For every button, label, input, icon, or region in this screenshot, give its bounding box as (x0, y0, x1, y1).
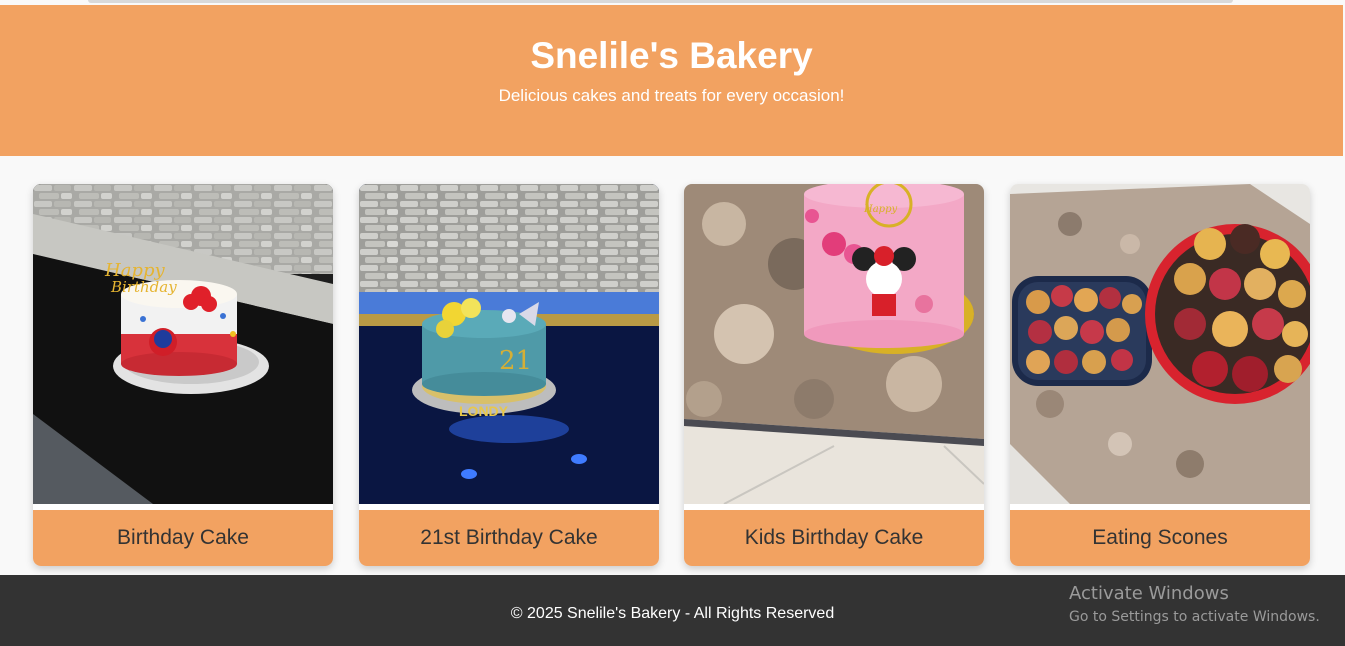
cake-gallery: Happy Birthday Birthday Cake LONDY 21 21… (0, 156, 1345, 575)
gallery-card-caption: 21st Birthday Cake (359, 510, 659, 566)
svg-text:21: 21 (499, 346, 532, 376)
21st-birthday-cake-photo: LONDY 21 (359, 184, 659, 504)
birthday-cake-photo: Happy Birthday (33, 184, 333, 504)
svg-text:Happy: Happy (863, 204, 897, 215)
activate-windows-watermark: Activate Windows Go to Settings to activ… (1069, 583, 1320, 627)
gallery-card-kids-birthday-cake[interactable]: Happy Kids Birthday Cake (684, 184, 984, 566)
horizontal-scrollbar[interactable] (88, 0, 1233, 3)
svg-text:LONDY: LONDY (459, 403, 509, 419)
gallery-card-caption: Kids Birthday Cake (684, 510, 984, 566)
gallery-card-eating-scones[interactable]: Eating Scones (1010, 184, 1310, 566)
watermark-subtitle: Go to Settings to activate Windows. (1069, 609, 1320, 625)
eating-scones-photo (1010, 184, 1310, 504)
gallery-card-caption: Eating Scones (1010, 510, 1310, 566)
kids-birthday-cake-photo: Happy (684, 184, 984, 504)
gallery-card-21st-birthday-cake[interactable]: LONDY 21 21st Birthday Cake (359, 184, 659, 566)
svg-text:Birthday: Birthday (110, 278, 177, 296)
gallery-card-caption: Birthday Cake (33, 510, 333, 566)
site-header: Snelile's Bakery Delicious cakes and tre… (0, 5, 1343, 156)
site-title: Snelile's Bakery (530, 35, 813, 76)
site-tagline: Delicious cakes and treats for every occ… (498, 86, 845, 105)
watermark-title: Activate Windows (1069, 583, 1229, 604)
gallery-card-birthday-cake[interactable]: Happy Birthday Birthday Cake (33, 184, 333, 566)
